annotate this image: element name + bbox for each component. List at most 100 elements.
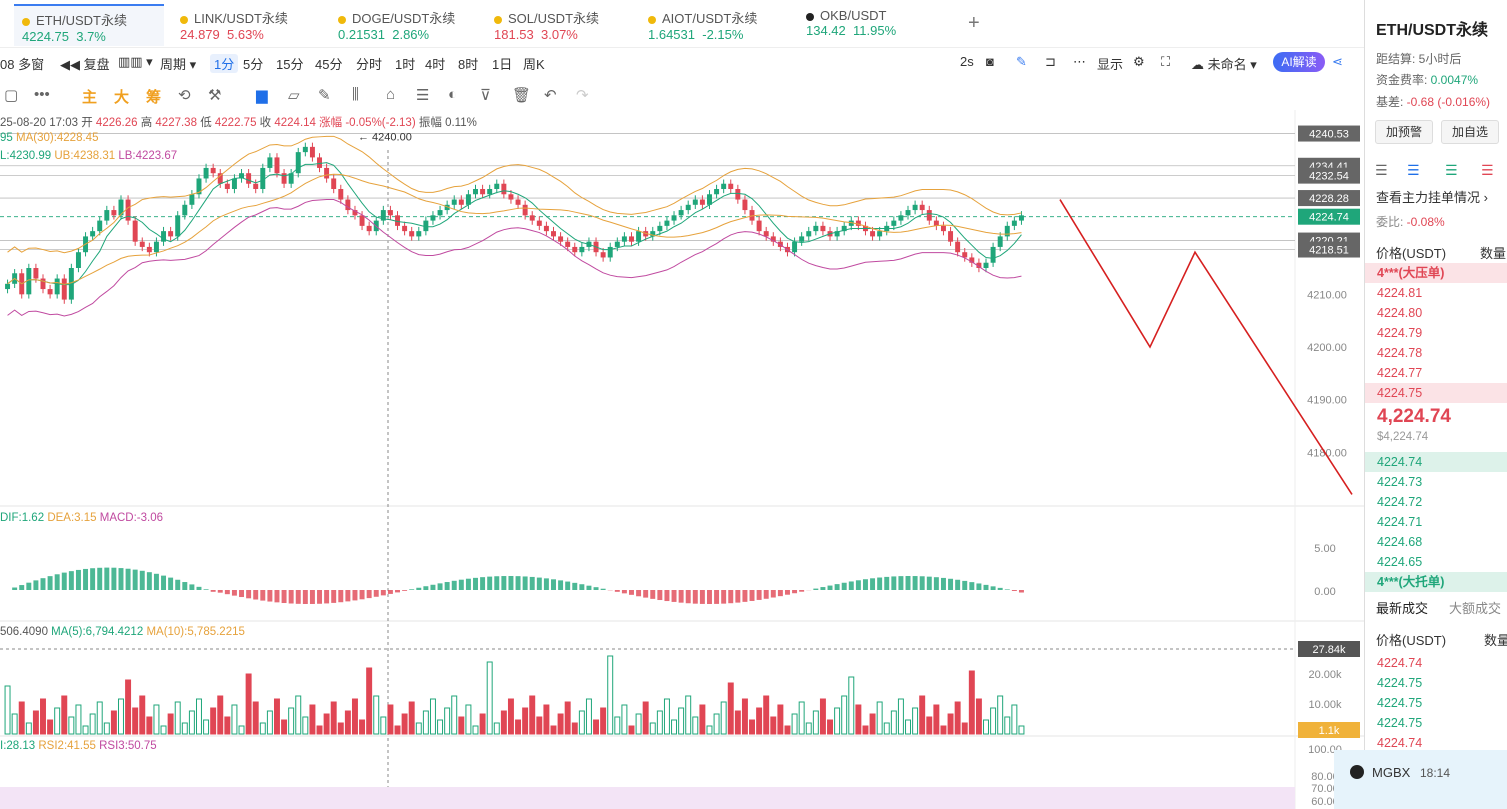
interval-4[interactable]: 分时 [356,54,382,73]
chart-area[interactable]: 4240.534234.414232.544228.284224.744220.… [0,110,1364,809]
orderbook-bid-icon[interactable]: ☰ [1445,162,1458,179]
interval-0[interactable]: 1分 [210,54,239,73]
orderbook-both-icon[interactable]: ☰ [1375,162,1388,179]
period-dropdown[interactable]: 周期 ▾ [160,54,196,73]
refresh-icon[interactable]: ⟲ [178,86,191,104]
undo-icon[interactable]: ↶ [544,86,557,104]
alert-icon[interactable]: ⊐ [1045,54,1056,70]
multi-window-button[interactable]: 08 多窗 [0,54,44,73]
candle-body [515,199,521,205]
market-tab[interactable]: DOGE/USDT永续 0.21531 2.86% [330,4,480,46]
bookmark-icon[interactable]: ▆ [256,86,268,104]
interval-1[interactable]: 5分 [243,54,263,73]
pencil-icon[interactable]: ✎ [1016,54,1027,70]
candle-icon[interactable]: ⫼ [352,86,359,103]
add-alert-button[interactable]: 加预警 [1375,120,1433,144]
interval-6[interactable]: 4时 [425,54,445,73]
binance-icon [648,15,656,24]
candle-body [324,167,330,179]
settings-icon[interactable]: ⚙ [1133,54,1145,70]
interval-9[interactable]: 周K [523,54,545,73]
orderbook-full-icon[interactable]: ☰ [1407,162,1420,179]
volume-bar [997,695,1004,735]
layout-name-dropdown[interactable]: ☁ 未命名 ▾ [1191,54,1257,73]
add-tab-button[interactable]: + [968,12,980,35]
template-icon[interactable]: ⋯ [1073,54,1086,70]
ruler-icon[interactable]: ▱ [288,86,300,104]
macd-bar [614,590,620,592]
bid-row[interactable]: 4224.74 [1365,452,1507,472]
market-tab[interactable]: LINK/USDT永续 24.879 5.63% [172,4,322,46]
interval-8[interactable]: 1日 [492,54,512,73]
add-watchlist-button[interactable]: 加自选 [1441,120,1499,144]
market-tab[interactable]: ETH/USDT永续 4224.75 3.7% [14,4,164,46]
bid-row[interactable]: 4***(大托单) [1365,572,1507,592]
chart-svg[interactable]: 4240.534234.414232.544228.284224.744220.… [0,110,1364,809]
view-orders-link[interactable]: 查看主力挂单情况 › [1376,187,1488,206]
macd-bar [189,584,195,590]
indicator-big[interactable]: 大 [114,86,129,107]
volume-crosshair-label: 27.84k [1312,644,1346,656]
bid-row[interactable]: 4224.68 [1365,532,1507,552]
ask-row[interactable]: 4224.75 [1365,383,1507,403]
candle-body [132,220,138,242]
volume-bar [451,695,458,735]
camera-icon[interactable]: ◙ [986,54,994,69]
tab-large-trades[interactable]: 大额成交 [1449,598,1501,617]
rectangle-icon[interactable]: ▢ [4,86,18,104]
indicator-chip[interactable]: 筹 [146,86,161,107]
interval-2[interactable]: 15分 [276,54,303,73]
volume-bar [749,719,756,735]
interval-7[interactable]: 8时 [458,54,478,73]
volume-bar [479,713,486,735]
refresh-rate[interactable]: 2s [960,54,974,69]
candle-body [402,225,408,232]
indicator-main[interactable]: 主 [82,86,97,107]
draw-pen-icon[interactable]: ✎ [318,86,331,104]
chart-type-icon[interactable]: ▥▥ ▾ [118,54,153,70]
tab-latest-trades[interactable]: 最新成交 [1376,598,1428,617]
market-tab[interactable]: OKB/USDT 134.42 11.95% [798,4,948,46]
bid-row[interactable]: 4224.65 [1365,552,1507,572]
macd-bar [862,579,868,590]
replay-button[interactable]: ◀◀ 复盘 [60,54,110,73]
ask-row[interactable]: 4224.78 [1365,343,1507,363]
orderbook-ask-icon[interactable]: ☰ [1481,162,1494,179]
redo-icon[interactable]: ↷ [576,86,589,104]
interval-5[interactable]: 1时 [395,54,415,73]
bid-row[interactable]: 4224.72 [1365,492,1507,512]
candle-body [678,210,684,216]
volume-bar [252,701,259,735]
filter-icon[interactable]: ⊽ [480,86,491,104]
bid-row[interactable]: 4224.73 [1365,472,1507,492]
bid-row[interactable]: 4224.71 [1365,512,1507,532]
note-icon[interactable]: ☰ [416,86,429,104]
volume-last-label: 1.1k [1319,725,1340,737]
market-tab[interactable]: SOL/USDT永续 181.53 3.07% [486,4,636,46]
magnet-icon[interactable]: ◐ [448,86,457,103]
volume-bar [947,713,954,735]
macd-bar [12,587,18,590]
ask-row[interactable]: 4224.80 [1365,303,1507,323]
notification-bar[interactable]: MGBX 18:14 [1334,750,1507,809]
rsi-legend: I:28.13 RSI2:41.55 RSI3:50.75 [0,740,157,752]
share-icon[interactable]: ⋖ [1332,54,1343,70]
ask-row[interactable]: 4224.81 [1365,283,1507,303]
more-icon[interactable]: ••• [34,86,50,103]
display-button[interactable]: 显示 [1097,54,1123,73]
tools-icon[interactable]: ⚒ [208,86,221,104]
ai-analysis-button[interactable]: AI解读 [1273,52,1325,72]
fullscreen-icon[interactable]: ⛶ [1161,54,1170,70]
market-tab[interactable]: AIOT/USDT永续 1.64531 -2.15% [640,4,790,46]
macd-bar [515,576,521,590]
ask-row[interactable]: 4***(大压单) [1365,263,1507,283]
volume-bar [628,725,635,735]
candle-body [742,199,748,211]
lock-icon[interactable]: ⌂ [386,86,395,103]
macd-bar [47,576,53,590]
ask-row[interactable]: 4224.77 [1365,363,1507,383]
trash-icon[interactable]: 🗑 [512,86,531,104]
volume-bar [593,719,600,735]
interval-3[interactable]: 45分 [315,54,342,73]
ask-row[interactable]: 4224.79 [1365,323,1507,343]
